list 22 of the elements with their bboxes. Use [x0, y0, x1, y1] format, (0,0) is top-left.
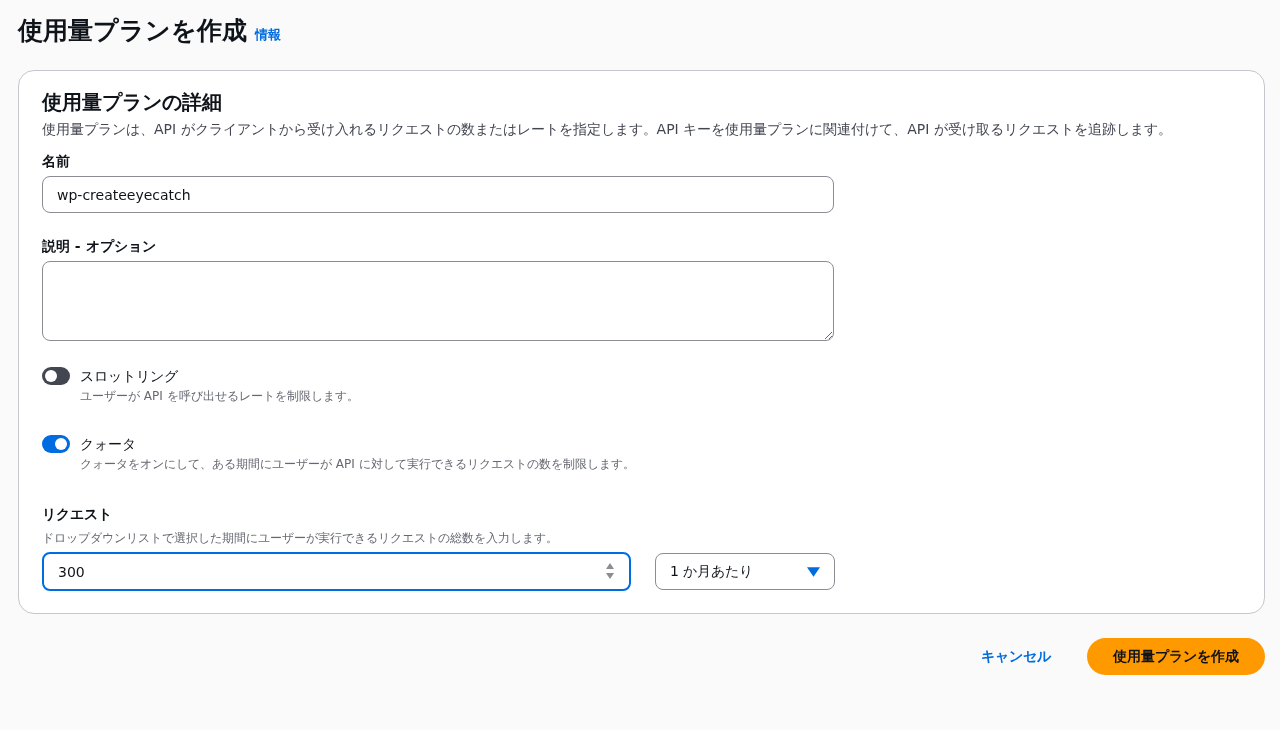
spinner-icon[interactable]: [605, 562, 615, 580]
page-title: 使用量プランを作成: [18, 15, 247, 47]
panel-description: 使用量プランは、API がクライアントから受け入れるリクエストの数またはレートを指定します。API キーを使用量プランに関連付けて、API が受け取るリクエストを追跡します。: [42, 120, 1173, 139]
field-label: 説明 - オプション: [42, 237, 157, 256]
toggle-description: ユーザーが API を呼び出せるレートを制限します。: [80, 388, 359, 405]
create-button[interactable]: 使用量プランを作成: [1087, 638, 1265, 675]
number-input[interactable]: 300: [42, 552, 631, 591]
period-select[interactable]: 1 か月あたり: [655, 553, 835, 590]
field-label: 名前: [42, 152, 71, 171]
name-input[interactable]: wp-createeyecatch: [42, 176, 834, 213]
description-textarea[interactable]: [42, 261, 834, 341]
panel-heading: 使用量プランの詳細: [42, 89, 223, 116]
field-description: ドロップダウンリストで選択した期間にユーザーが実行できるリクエストの総数を入力します。: [42, 530, 559, 547]
caret-icon: [807, 566, 820, 577]
toggle-description: クォータをオンにして、ある期間にユーザーが API に対して実行できるリクエストの数を制限します。: [80, 456, 635, 473]
cancel-button[interactable]: キャンセル: [973, 639, 1059, 674]
field-label: リクエスト: [42, 505, 113, 524]
toggle-label: スロットリング: [80, 367, 179, 386]
toggle-label: クォータ: [80, 435, 137, 454]
info-link[interactable]: 情報: [255, 26, 281, 44]
toggle-switch[interactable]: [42, 367, 70, 385]
toggle-switch[interactable]: [42, 435, 70, 453]
